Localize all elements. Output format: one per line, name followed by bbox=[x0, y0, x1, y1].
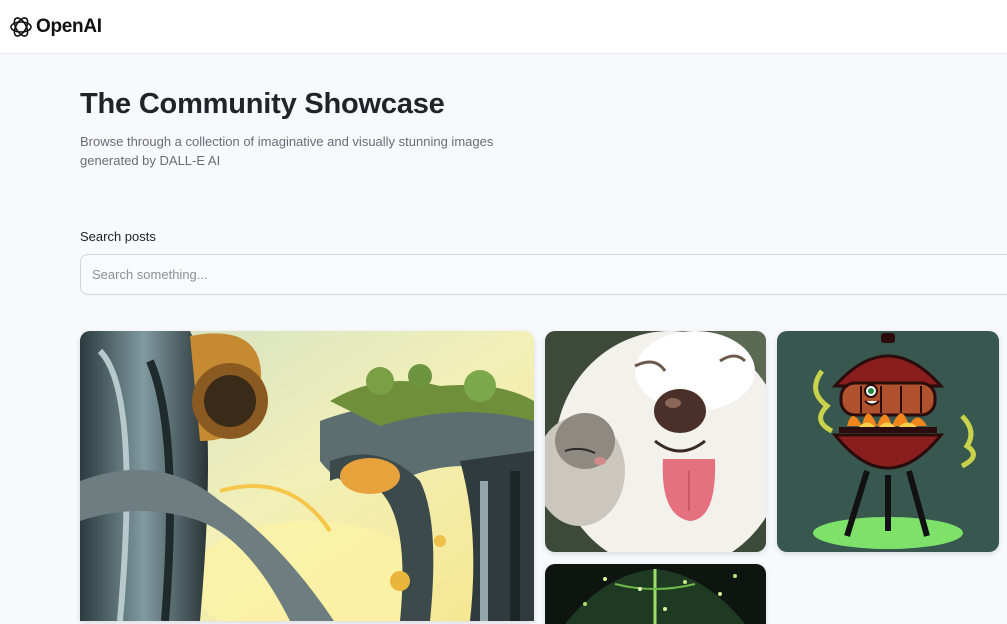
brand-name: OpenAI bbox=[36, 15, 102, 37]
gallery-card-bbq[interactable] bbox=[777, 331, 999, 552]
openai-logo[interactable]: OpenAI bbox=[8, 14, 102, 40]
top-header: OpenAI bbox=[0, 0, 1007, 54]
bbq-image bbox=[777, 331, 999, 552]
search-label: Search posts bbox=[80, 229, 156, 244]
search-input[interactable] bbox=[80, 254, 1007, 295]
forest-image bbox=[545, 564, 766, 624]
dog-cat-image bbox=[545, 331, 766, 552]
page-subtitle: Browse through a collection of imaginati… bbox=[80, 134, 494, 168]
openai-logo-icon bbox=[10, 16, 32, 37]
gallery-card-dog-cat[interactable] bbox=[545, 331, 766, 552]
architecture-image bbox=[80, 331, 534, 621]
gallery-card-architecture[interactable] bbox=[80, 331, 534, 621]
gallery-card-forest[interactable] bbox=[545, 564, 766, 624]
page-title: The Community Showcase bbox=[80, 88, 445, 120]
